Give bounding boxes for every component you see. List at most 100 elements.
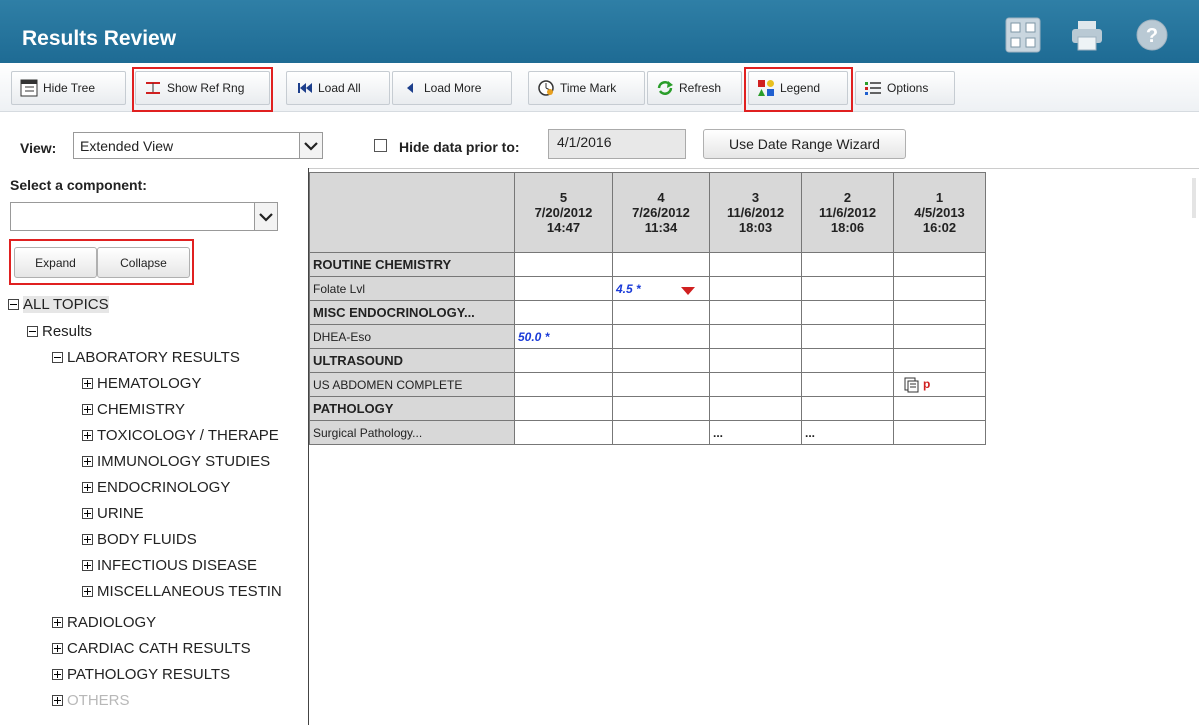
more-results: ... [713, 425, 724, 440]
tree-node[interactable]: IMMUNOLOGY STUDIES [82, 453, 270, 470]
expand-node-icon[interactable] [82, 508, 93, 519]
result-cell[interactable]: ... [801, 420, 894, 445]
expand-node-icon[interactable] [82, 560, 93, 571]
options-button[interactable]: Options [855, 71, 955, 105]
load-more-button[interactable]: Load More [392, 71, 512, 105]
result-cell [801, 324, 894, 349]
tree-node-label: ALL TOPICS [23, 296, 109, 313]
tree-node-label: IMMUNOLOGY STUDIES [97, 453, 271, 470]
more-results: ... [805, 425, 816, 440]
table-row: PATHOLOGY [309, 396, 986, 421]
tree-icon [20, 79, 38, 97]
chevron-down-icon[interactable] [254, 203, 277, 230]
tree-node[interactable]: Results [27, 323, 92, 340]
expand-node-icon[interactable] [82, 482, 93, 493]
result-label[interactable]: US ABDOMEN COMPLETE [309, 372, 515, 397]
result-cell [709, 300, 802, 325]
help-icon[interactable]: ? [1134, 17, 1170, 53]
tree-node-label: PATHOLOGY RESULTS [67, 666, 231, 683]
document-icon [904, 377, 919, 392]
tree-node[interactable]: CHEMISTRY [82, 401, 185, 418]
tree-node[interactable]: PATHOLOGY RESULTS [52, 666, 230, 683]
result-cell [801, 348, 894, 373]
view-select[interactable]: Extended View [73, 132, 323, 159]
column-header-num: 1 [935, 190, 944, 205]
tree-node[interactable]: LABORATORY RESULTS [52, 349, 240, 366]
chevron-down-icon[interactable] [299, 133, 322, 158]
result-cell [514, 396, 613, 421]
expand-node-icon[interactable] [82, 430, 93, 441]
result-cell [709, 252, 802, 277]
column-header[interactable]: 2 11/6/2012 18:06 [801, 172, 894, 253]
result-cell[interactable]: p [893, 372, 986, 397]
column-header[interactable]: 1 4/5/2013 16:02 [893, 172, 986, 253]
result-cell [612, 324, 710, 349]
tree-node-label: INFECTIOUS DISEASE [97, 557, 258, 574]
date-range-wizard-button[interactable]: Use Date Range Wizard [703, 129, 906, 159]
section-label: MISC ENDOCRINOLOGY... [309, 300, 515, 325]
tree-node[interactable]: ALL TOPICS [8, 296, 109, 313]
collapse-node-icon[interactable] [52, 352, 63, 363]
low-flag-icon [681, 287, 695, 295]
tree-node[interactable]: CARDIAC CATH RESULTS [52, 640, 251, 657]
column-header-date: 7/20/2012 [534, 205, 593, 220]
expand-node-icon[interactable] [82, 456, 93, 467]
collapse-node-icon[interactable] [8, 299, 19, 310]
tree-node[interactable]: RADIOLOGY [52, 614, 156, 631]
tree-node[interactable]: ENDOCRINOLOGY [82, 479, 230, 496]
expand-node-icon[interactable] [82, 378, 93, 389]
expand-node-icon[interactable] [52, 669, 63, 680]
tree-node-label: OTHERS [67, 692, 130, 709]
clock-icon [537, 79, 555, 97]
result-label[interactable]: DHEA-Eso [309, 324, 515, 349]
result-cell[interactable]: 4.5 * [612, 276, 710, 301]
grid-header-row: 5 7/20/2012 14:47 4 7/26/2012 11:34 3 11/6/2012… [309, 172, 986, 253]
tree-node-label: TOXICOLOGY / THERAPE [97, 427, 279, 444]
column-header-date: 11/6/2012 [818, 205, 877, 220]
column-header[interactable]: 4 7/26/2012 11:34 [612, 172, 710, 253]
tree-node[interactable]: MISCELLANEOUS TESTIN [82, 583, 282, 600]
tree-node-label: RADIOLOGY [67, 614, 157, 631]
expand-node-icon[interactable] [52, 643, 63, 654]
result-cell[interactable]: ... [709, 420, 802, 445]
result-cell [893, 300, 986, 325]
time-mark-button[interactable]: Time Mark [528, 71, 645, 105]
result-cell [801, 396, 894, 421]
section-label: PATHOLOGY [309, 396, 515, 421]
result-cell [514, 252, 613, 277]
scrollbar[interactable] [1192, 178, 1196, 218]
tree-node[interactable]: INFECTIOUS DISEASE [82, 557, 257, 574]
hide-tree-button[interactable]: Hide Tree [11, 71, 126, 105]
tree-node[interactable]: BODY FLUIDS [82, 531, 197, 548]
column-header[interactable]: 3 11/6/2012 18:03 [709, 172, 802, 253]
time-mark-label: Time Mark [560, 81, 617, 95]
hide-data-checkbox[interactable] [374, 139, 387, 152]
expand-node-icon[interactable] [52, 695, 63, 706]
print-icon[interactable] [1069, 17, 1105, 53]
result-cell [893, 348, 986, 373]
tree-node[interactable]: URINE [82, 505, 144, 522]
tree-node[interactable]: OTHERS [52, 692, 130, 709]
refresh-button[interactable]: Refresh [647, 71, 742, 105]
results-grid: 5 7/20/2012 14:47 4 7/26/2012 11:34 3 11/6/2012… [309, 172, 986, 445]
result-cell [514, 300, 613, 325]
tree-node[interactable]: TOXICOLOGY / THERAPE [82, 427, 279, 444]
result-cell [709, 324, 802, 349]
load-all-button[interactable]: Load All [286, 71, 390, 105]
collapse-node-icon[interactable] [27, 326, 38, 337]
expand-node-icon[interactable] [82, 404, 93, 415]
result-cell[interactable]: 50.0 * [514, 324, 613, 349]
expand-node-icon[interactable] [82, 586, 93, 597]
expand-node-icon[interactable] [82, 534, 93, 545]
expand-node-icon[interactable] [52, 617, 63, 628]
result-label[interactable]: Surgical Pathology... [309, 420, 515, 445]
expand-icon[interactable] [1005, 17, 1041, 53]
column-header[interactable]: 5 7/20/2012 14:47 [514, 172, 613, 253]
hide-data-date-input[interactable]: 4/1/2016 [548, 129, 686, 159]
column-header-time: 18:03 [738, 220, 773, 235]
component-select[interactable] [10, 202, 278, 231]
result-label[interactable]: Folate Lvl [309, 276, 515, 301]
column-header-time: 18:06 [830, 220, 865, 235]
tree-node[interactable]: HEMATOLOGY [82, 375, 201, 392]
section-label: ULTRASOUND [309, 348, 515, 373]
